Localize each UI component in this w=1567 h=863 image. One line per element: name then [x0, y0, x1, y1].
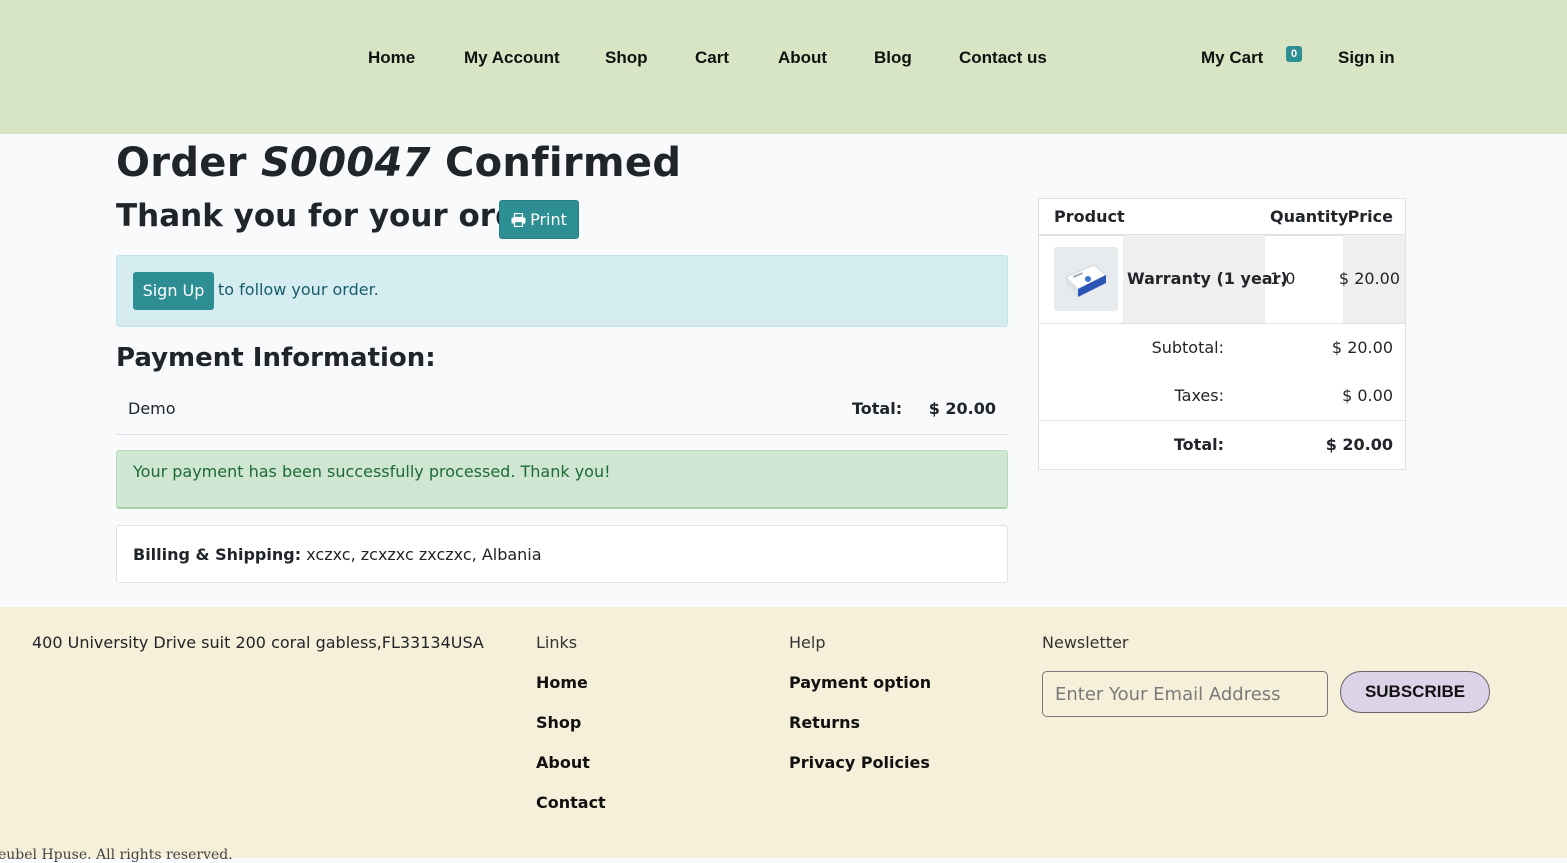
payment-total-label: Total: [852, 399, 903, 418]
billing-line: Billing & Shipping: xczxc, zcxzxc zxczxc… [133, 545, 542, 564]
site-footer: 400 University Drive suit 200 coral gabl… [0, 607, 1567, 863]
footer-help-title: Help [789, 633, 826, 652]
success-message: Your payment has been successfully proce… [133, 462, 611, 481]
product-name: Warranty (1 year) [1127, 269, 1288, 288]
nav-contact-us[interactable]: Contact us [959, 48, 1047, 68]
subtotal-label: Subtotal: [1151, 338, 1224, 357]
signup-alert: Sign Up to follow your order. [116, 255, 1008, 327]
footer-link-contact[interactable]: Contact [536, 793, 606, 812]
newsletter-email-input[interactable] [1042, 671, 1328, 717]
product-image [1054, 247, 1118, 311]
thank-you-heading: Thank you for your order. [116, 198, 561, 234]
my-cart-link[interactable]: My Cart [1201, 48, 1263, 68]
taxes-label: Taxes: [1174, 386, 1224, 405]
footer-link-about[interactable]: About [536, 753, 590, 772]
col-header-quantity: Quantity [1270, 207, 1349, 226]
col-header-product: Product [1054, 207, 1125, 226]
product-box-icon [1065, 264, 1107, 297]
subscribe-button[interactable]: SUBSCRIBE [1340, 671, 1490, 713]
cart-count-badge: 0 [1286, 46, 1302, 62]
sign-up-button[interactable]: Sign Up [133, 272, 214, 310]
payment-method: Demo [128, 399, 176, 418]
product-price: $ 20.00 [1338, 269, 1400, 288]
summary-total-value: $ 20.00 [1325, 435, 1393, 454]
taxes-value: $ 0.00 [1342, 386, 1393, 405]
summary-total-label: Total: [1173, 435, 1224, 454]
total-divider [1039, 420, 1405, 421]
copyright-text: eubel Hpuse. All rights reserved. [0, 847, 233, 863]
nav-shop[interactable]: Shop [605, 48, 648, 68]
footer-address: 400 University Drive suit 200 coral gabl… [32, 633, 484, 652]
footer-link-shop[interactable]: Shop [536, 713, 581, 732]
order-summary-table: Product Quantity Price Warranty (1 year)… [1038, 198, 1406, 470]
billing-shipping-card: Billing & Shipping: xczxc, zcxzxc zxczxc… [116, 525, 1008, 583]
subtotal-value: $ 20.00 [1331, 338, 1393, 357]
payment-heading: Payment Information: [116, 343, 436, 373]
title-suffix: Confirmed [444, 140, 682, 186]
nav-cart[interactable]: Cart [695, 48, 729, 68]
footer-link-home[interactable]: Home [536, 673, 588, 692]
follow-order-text: to follow your order. [218, 280, 379, 299]
footer-links-title: Links [536, 633, 578, 652]
footer-help-returns[interactable]: Returns [789, 713, 860, 732]
title-prefix: Order [116, 140, 247, 186]
print-button[interactable]: Print [499, 200, 579, 239]
billing-label: Billing & Shipping: [133, 545, 302, 564]
payment-success-alert: Your payment has been successfully proce… [116, 450, 1008, 509]
product-quantity: 1.0 [1270, 269, 1296, 288]
nav-about[interactable]: About [778, 48, 827, 68]
page-title: Order S00047 Confirmed [116, 140, 681, 186]
site-header: Home My Account Shop Cart About Blog Con… [0, 0, 1567, 134]
printer-icon [511, 212, 526, 228]
footer-help-privacy-policies[interactable]: Privacy Policies [789, 753, 930, 772]
col-header-price: Price [1347, 207, 1393, 226]
payment-total-value: $ 20.00 [928, 399, 996, 418]
print-label: Print [530, 210, 567, 229]
footer-newsletter-title: Newsletter [1042, 633, 1129, 652]
nav-my-account[interactable]: My Account [464, 48, 560, 68]
order-number: S00047 [260, 140, 431, 186]
nav-home[interactable]: Home [368, 48, 415, 68]
nav-blog[interactable]: Blog [874, 48, 912, 68]
line-divider [1039, 323, 1405, 324]
billing-address: xczxc, zcxzxc zxczxc, Albania [306, 545, 542, 564]
footer-help-payment-option[interactable]: Payment option [789, 673, 931, 692]
sign-in-link[interactable]: Sign in [1338, 48, 1395, 68]
payment-row: Demo Total: $ 20.00 [116, 386, 1008, 435]
